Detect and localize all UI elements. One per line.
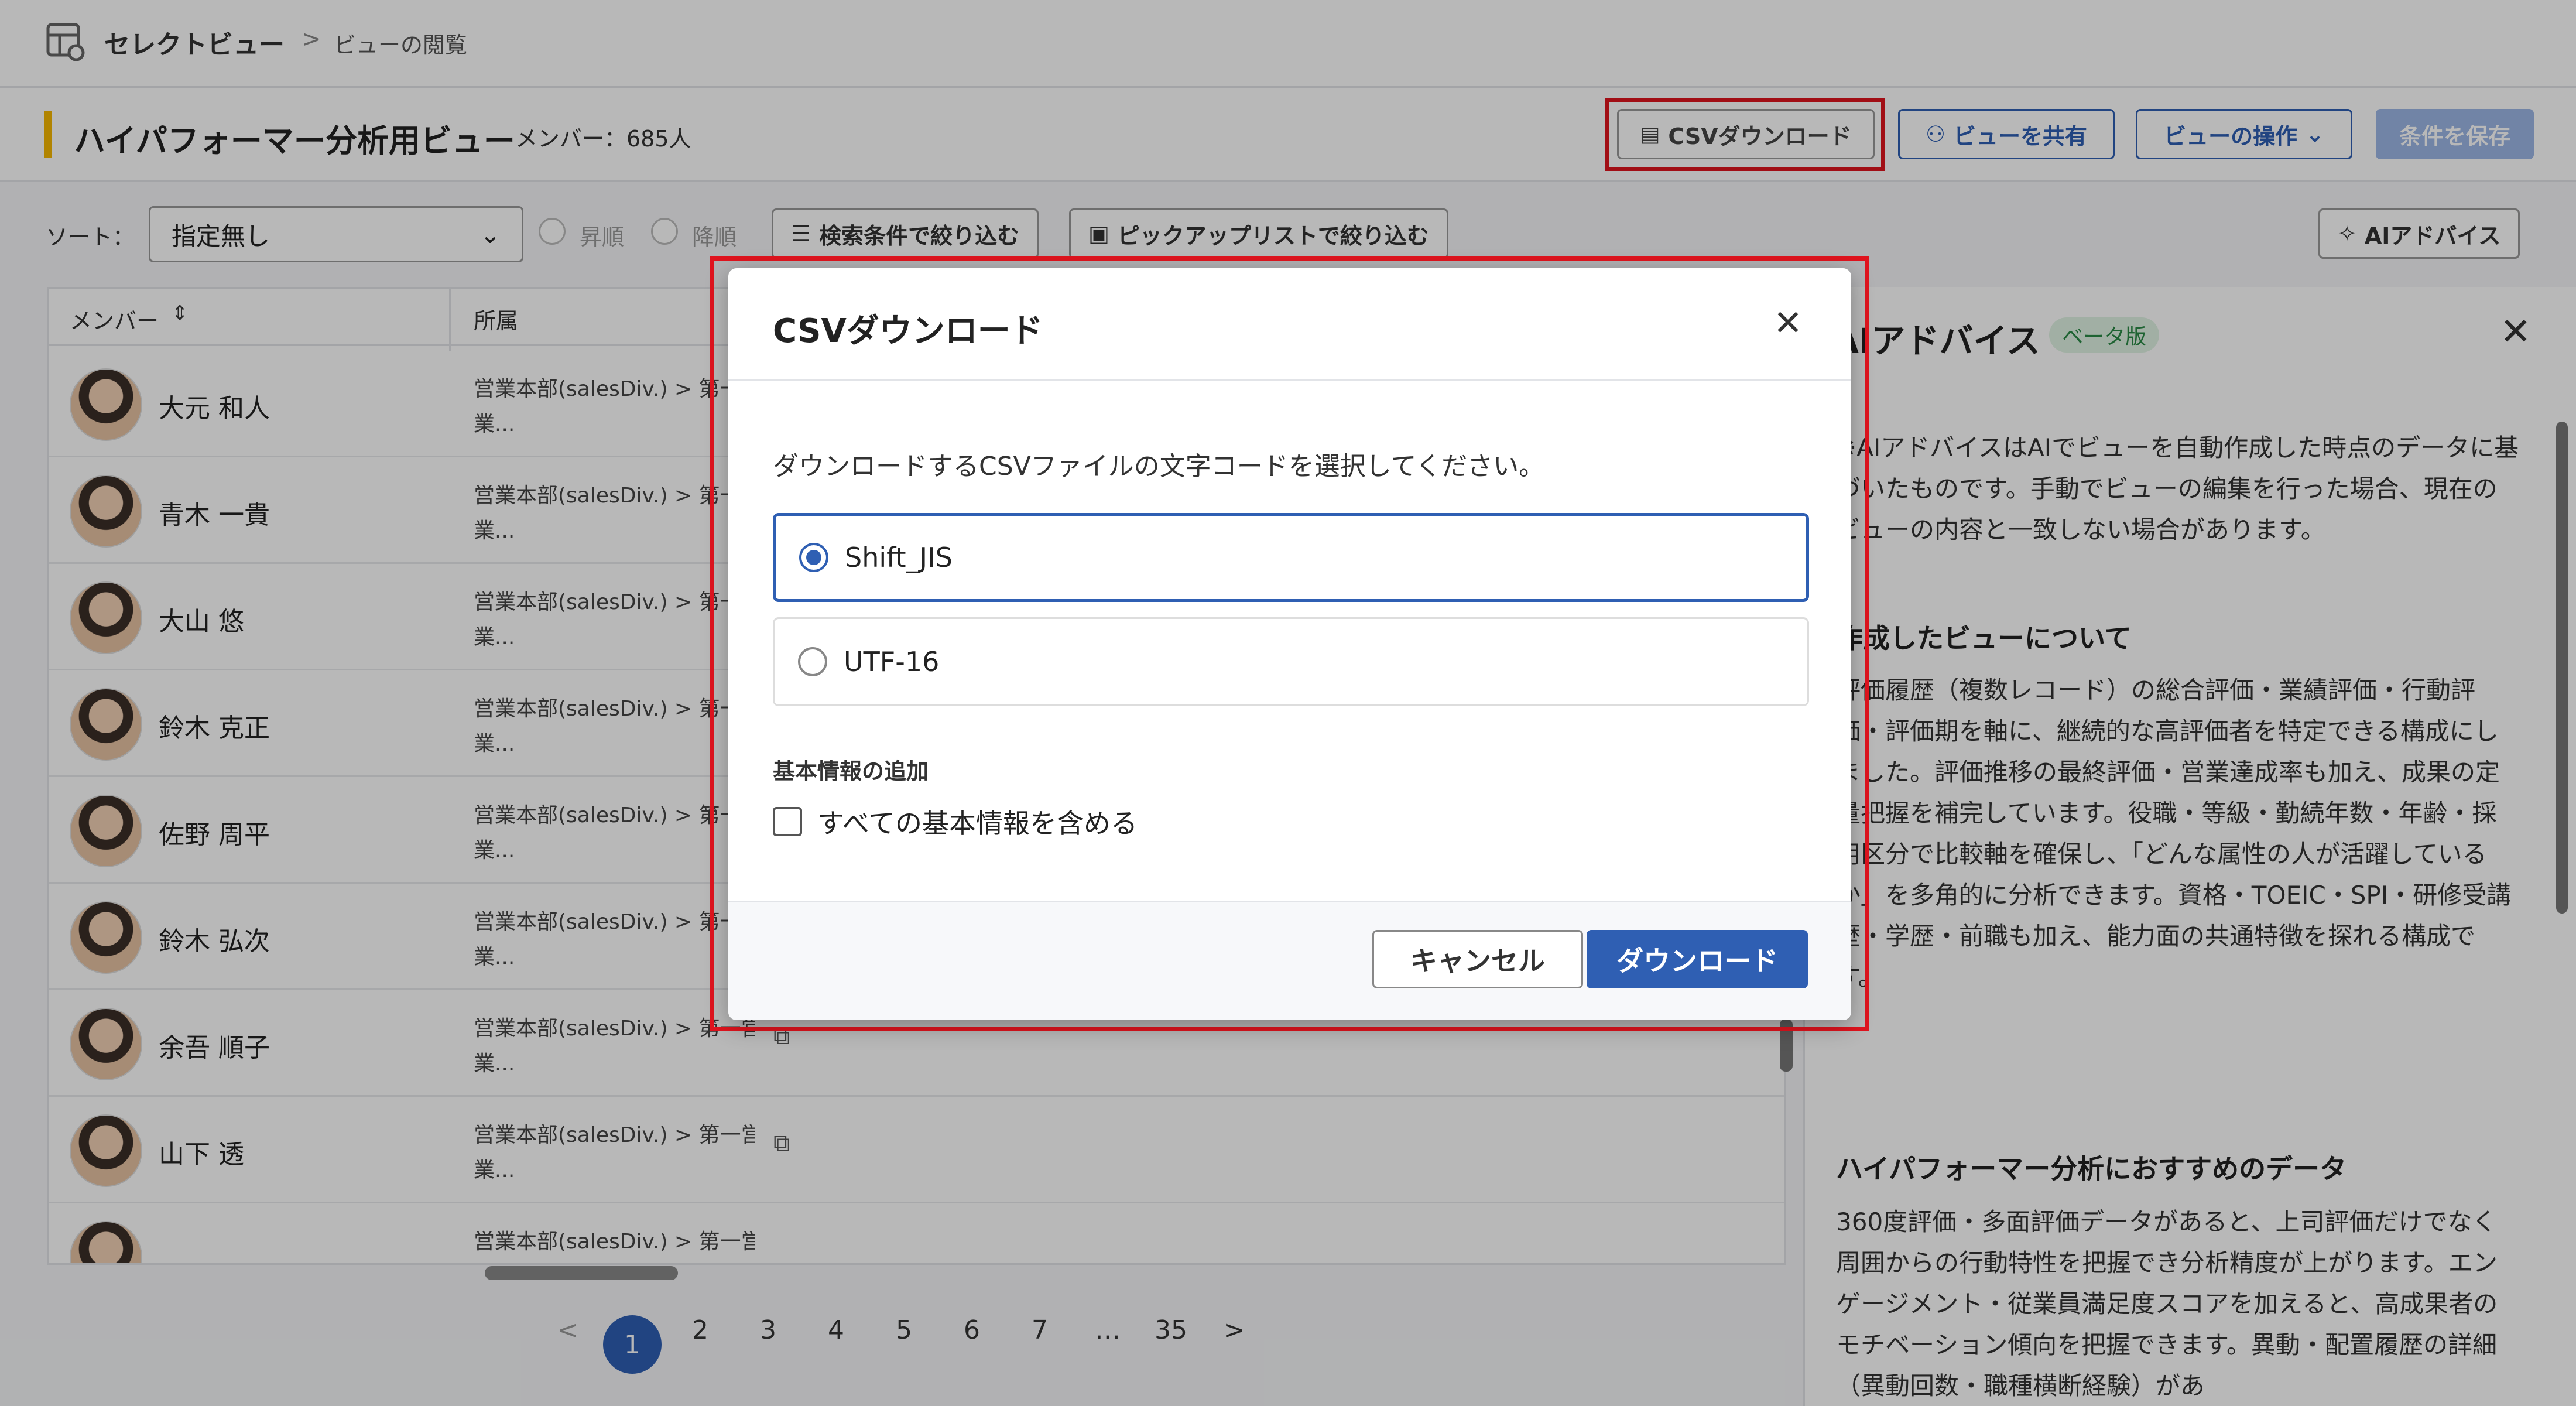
csv-download-dialog: CSVダウンロード ✕ ダウンロードするCSVファイルの文字コードを選択してくだ… — [728, 268, 1851, 1020]
basic-info-section-label: 基本情報の追加 — [773, 758, 929, 784]
dialog-title: CSVダウンロード — [773, 312, 1043, 350]
cancel-button[interactable]: キャンセル — [1372, 930, 1583, 988]
checkbox-box[interactable] — [773, 807, 802, 836]
close-icon[interactable]: ✕ — [1765, 300, 1811, 347]
dialog-description: ダウンロードするCSVファイルの文字コードを選択してください。 — [773, 451, 1545, 481]
radio-selected[interactable] — [799, 543, 828, 572]
include-basic-info-checkbox[interactable]: すべての基本情報を含める — [773, 802, 1138, 841]
radio-unselected[interactable] — [798, 647, 827, 676]
encoding-option-utf16[interactable]: UTF-16 — [773, 617, 1809, 706]
encoding-option-shiftjis[interactable]: Shift_JIS — [773, 513, 1809, 602]
download-button[interactable]: ダウンロード — [1587, 930, 1808, 988]
